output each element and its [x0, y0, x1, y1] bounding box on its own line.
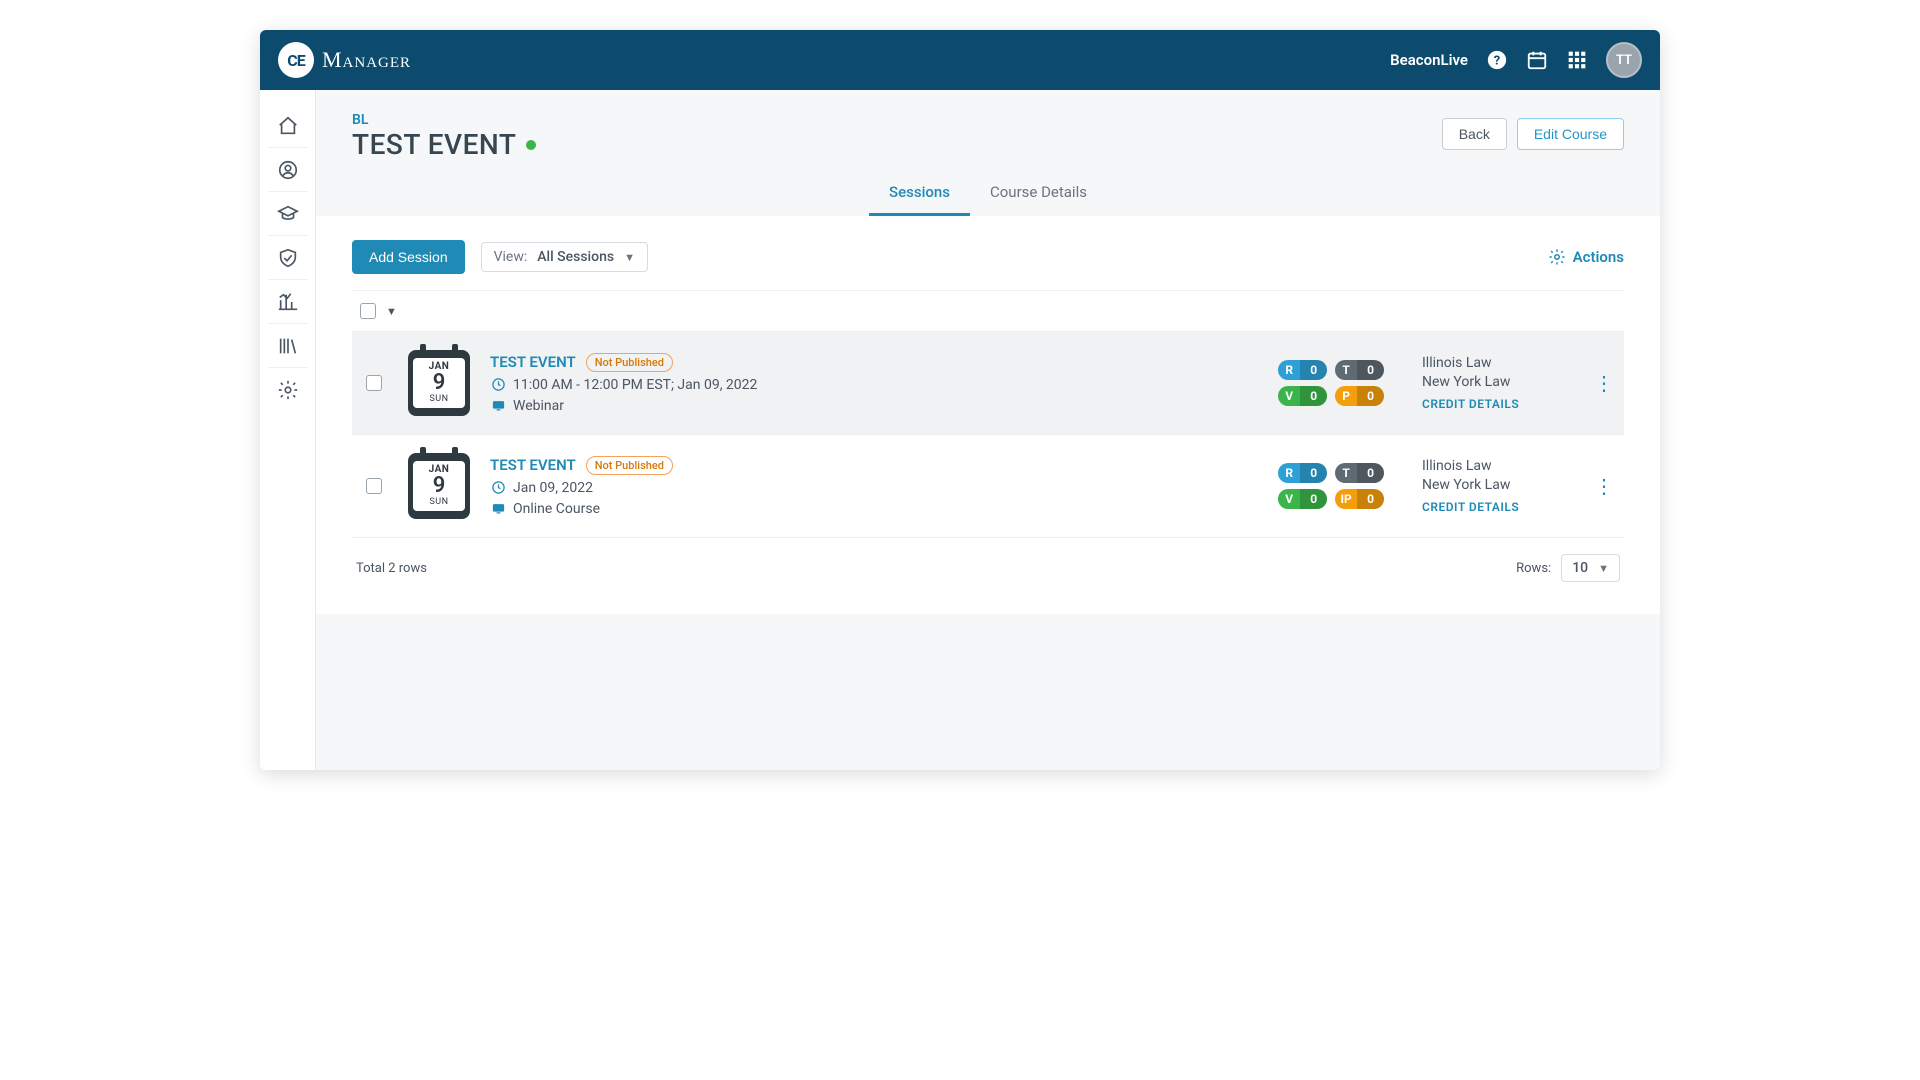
head-actions: Back Edit Course [1442, 118, 1624, 150]
stat-registered: R0 [1278, 360, 1327, 380]
avatar[interactable]: TT [1606, 42, 1642, 78]
calendar-card: JAN 9 SUN [408, 453, 470, 519]
mode-icon [490, 398, 506, 414]
session-stats: R0 T0 V0 IP0 [1278, 463, 1384, 509]
topbar-right: BeaconLive ? TT [1390, 42, 1642, 78]
svg-text:?: ? [1494, 54, 1500, 69]
calendar-card: JAN 9 SUN [408, 350, 470, 416]
clock-icon [490, 377, 506, 393]
total-rows-label: Total 2 rows [356, 561, 427, 576]
row-menu-button[interactable]: ⋮ [1592, 474, 1616, 498]
chevron-down-icon[interactable]: ▼ [386, 305, 397, 318]
tab-course-details[interactable]: Course Details [970, 171, 1107, 216]
jurisdictions: Illinois Law New York Law CREDIT DETAILS [1422, 458, 1572, 514]
jurisdiction-item: Illinois Law [1422, 355, 1572, 371]
sidebar-user[interactable] [268, 148, 308, 192]
edit-course-button[interactable]: Edit Course [1517, 118, 1624, 150]
session-stats: R0 T0 V0 P0 [1278, 360, 1384, 406]
mode-icon [490, 501, 506, 517]
row-menu-button[interactable]: ⋮ [1592, 371, 1616, 395]
page-title-text: TEST EVENT [352, 128, 516, 161]
tabs: Sessions Course Details [316, 171, 1660, 216]
cal-day: 9 [413, 475, 465, 497]
back-button[interactable]: Back [1442, 118, 1507, 150]
status-badge: Not Published [586, 456, 673, 475]
topbar: CE Manager BeaconLive ? TT [260, 30, 1660, 90]
sidebar-settings[interactable] [268, 368, 308, 412]
actions-button[interactable]: Actions [1548, 248, 1624, 266]
credit-details-link[interactable]: CREDIT DETAILS [1422, 397, 1572, 411]
sidebar-library[interactable] [268, 324, 308, 368]
clock-icon [490, 480, 506, 496]
rows-per-page-select[interactable]: 10 ▼ [1561, 554, 1620, 582]
stat-extra: P0 [1335, 386, 1384, 406]
stat-extra: IP0 [1335, 489, 1384, 509]
select-all-checkbox[interactable] [360, 303, 376, 319]
tab-sessions[interactable]: Sessions [869, 171, 970, 216]
toolbar: Add Session View: All Sessions ▼ Actions [352, 240, 1624, 274]
session-row[interactable]: JAN 9 SUN TEST EVENT Not Published 11:00… [352, 332, 1624, 435]
content: Add Session View: All Sessions ▼ Actions [316, 216, 1660, 614]
logo-text: Manager [322, 47, 411, 73]
chevron-down-icon: ▼ [1598, 562, 1609, 575]
chevron-down-icon: ▼ [624, 251, 635, 264]
session-mode: Webinar [513, 398, 564, 414]
cal-dow: SUN [413, 394, 465, 404]
main: BL TEST EVENT Back Edit Course Sessions … [316, 90, 1660, 770]
calendar-icon[interactable] [1526, 49, 1548, 71]
stat-registered: R0 [1278, 463, 1327, 483]
list-footer: Total 2 rows Rows: 10 ▼ [352, 538, 1624, 586]
row-checkbox[interactable] [366, 375, 382, 391]
cal-day: 9 [413, 372, 465, 394]
stat-total: T0 [1335, 360, 1384, 380]
jurisdiction-item: Illinois Law [1422, 458, 1572, 474]
jurisdictions: Illinois Law New York Law CREDIT DETAILS [1422, 355, 1572, 411]
jurisdiction-item: New York Law [1422, 477, 1572, 493]
view-select[interactable]: View: All Sessions ▼ [481, 242, 648, 272]
add-session-button[interactable]: Add Session [352, 240, 465, 274]
page-head: BL TEST EVENT Back Edit Course [316, 90, 1660, 171]
status-dot-icon [526, 140, 536, 150]
stat-total: T0 [1335, 463, 1384, 483]
sidebar [260, 90, 316, 770]
sidebar-shield[interactable] [268, 236, 308, 280]
rows-value: 10 [1572, 560, 1588, 576]
sidebar-analytics[interactable] [268, 280, 308, 324]
breadcrumb[interactable]: BL [352, 112, 536, 128]
logo: CE Manager [278, 42, 411, 78]
gear-icon [1548, 248, 1566, 266]
help-icon[interactable]: ? [1486, 49, 1508, 71]
session-time: Jan 09, 2022 [513, 480, 593, 496]
actions-label: Actions [1573, 248, 1624, 266]
credit-details-link[interactable]: CREDIT DETAILS [1422, 500, 1572, 514]
org-label: BeaconLive [1390, 51, 1468, 69]
session-title[interactable]: TEST EVENT [490, 456, 576, 474]
session-time: 11:00 AM - 12:00 PM EST; Jan 09, 2022 [513, 377, 757, 393]
list-head: ▼ [352, 290, 1624, 332]
app-window: CE Manager BeaconLive ? TT [260, 30, 1660, 770]
rows-label: Rows: [1516, 561, 1551, 576]
page-title: TEST EVENT [352, 128, 536, 161]
row-checkbox[interactable] [366, 478, 382, 494]
view-select-value: All Sessions [537, 249, 614, 265]
session-title[interactable]: TEST EVENT [490, 353, 576, 371]
view-select-label: View: [494, 249, 528, 265]
status-badge: Not Published [586, 353, 673, 372]
sidebar-home[interactable] [268, 104, 308, 148]
stat-verified: V0 [1278, 386, 1327, 406]
sidebar-education[interactable] [268, 192, 308, 236]
apps-icon[interactable] [1566, 49, 1588, 71]
stat-verified: V0 [1278, 489, 1327, 509]
body: BL TEST EVENT Back Edit Course Sessions … [260, 90, 1660, 770]
session-row[interactable]: JAN 9 SUN TEST EVENT Not Published Jan 0… [352, 435, 1624, 538]
logo-badge: CE [278, 42, 314, 78]
cal-dow: SUN [413, 497, 465, 507]
jurisdiction-item: New York Law [1422, 374, 1572, 390]
session-mode: Online Course [513, 501, 600, 517]
